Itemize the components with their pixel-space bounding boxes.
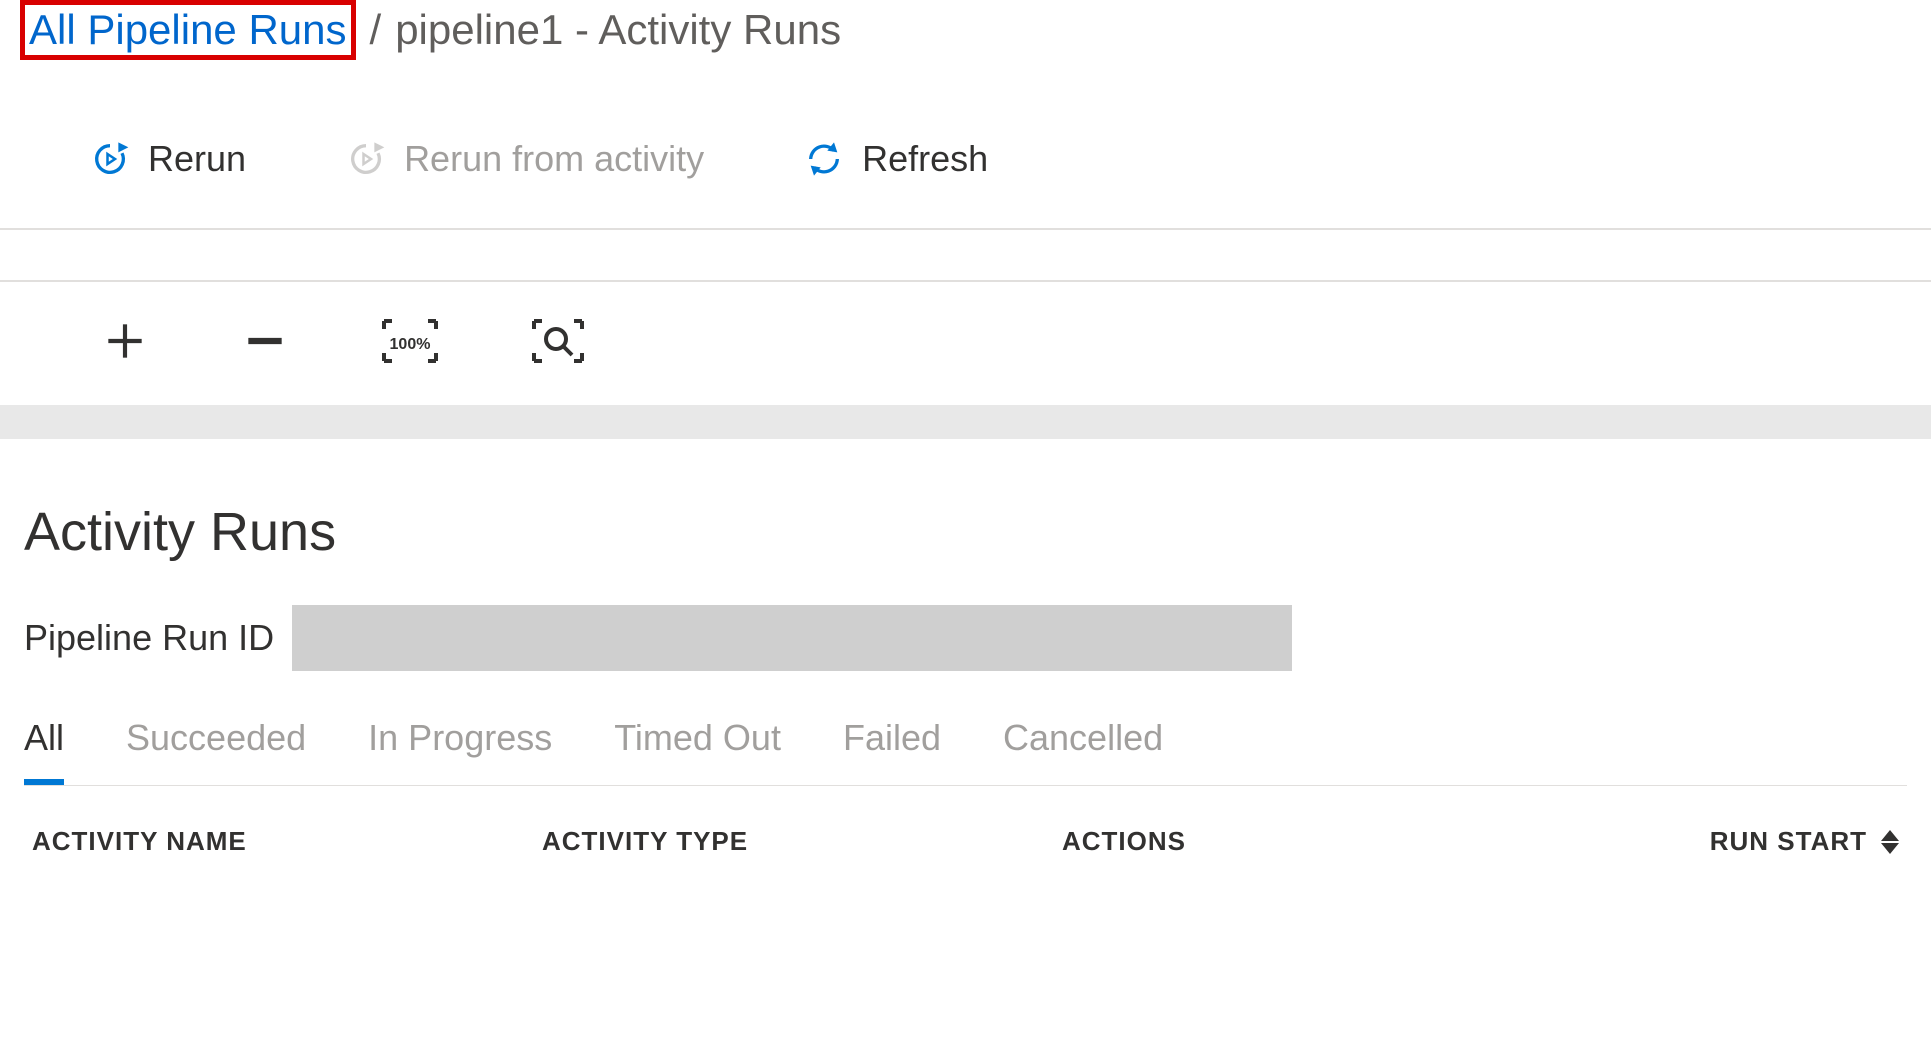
column-run-start-label: RUN START xyxy=(1710,826,1867,857)
pipeline-run-id-label: Pipeline Run ID xyxy=(24,617,274,659)
filter-tab-timed-out[interactable]: Timed Out xyxy=(614,717,781,785)
breadcrumb-current: pipeline1 - Activity Runs xyxy=(395,6,841,54)
canvas-placeholder xyxy=(0,405,1931,439)
filter-tab-cancelled[interactable]: Cancelled xyxy=(1003,717,1163,785)
refresh-button[interactable]: Refresh xyxy=(804,138,988,180)
filter-tab-failed[interactable]: Failed xyxy=(843,717,941,785)
zoom-out-button[interactable] xyxy=(240,316,290,371)
refresh-icon xyxy=(804,139,844,179)
zoom-in-button[interactable] xyxy=(100,316,150,371)
column-activity-type[interactable]: ACTIVITY TYPE xyxy=(542,826,1062,857)
breadcrumb-link-all-pipeline-runs[interactable]: All Pipeline Runs xyxy=(20,0,356,60)
rerun-activity-icon xyxy=(346,139,386,179)
column-actions[interactable]: ACTIONS xyxy=(1062,826,1672,857)
zoom-bar: 100% xyxy=(0,280,1931,405)
pipeline-run-id-row: Pipeline Run ID xyxy=(24,605,1907,671)
pipeline-run-id-value xyxy=(292,605,1292,671)
filter-tab-in-progress[interactable]: In Progress xyxy=(368,717,552,785)
rerun-icon xyxy=(90,139,130,179)
column-activity-name[interactable]: ACTIVITY NAME xyxy=(32,826,542,857)
filter-tab-succeeded[interactable]: Succeeded xyxy=(126,717,306,785)
filter-tab-all[interactable]: All xyxy=(24,717,64,785)
zoom-reset-button[interactable]: 100% xyxy=(380,316,440,371)
zoom-fit-button[interactable] xyxy=(530,316,586,371)
breadcrumb-separator: / xyxy=(370,6,382,54)
rerun-button[interactable]: Rerun xyxy=(90,138,246,180)
sort-icon xyxy=(1881,830,1899,854)
section-title: Activity Runs xyxy=(24,501,1907,563)
table-header: ACTIVITY NAME ACTIVITY TYPE ACTIONS RUN … xyxy=(24,786,1907,857)
minus-icon xyxy=(240,316,290,371)
plus-icon xyxy=(100,316,150,371)
toolbar: Rerun Rerun from activity Refresh xyxy=(0,90,1931,230)
column-run-start[interactable]: RUN START xyxy=(1672,826,1899,857)
activity-runs-section: Activity Runs Pipeline Run ID All Succee… xyxy=(0,501,1931,857)
rerun-from-activity-label: Rerun from activity xyxy=(404,138,704,180)
zoom-fit-icon xyxy=(530,316,586,371)
breadcrumb: All Pipeline Runs / pipeline1 - Activity… xyxy=(0,0,1931,60)
filter-tabs: All Succeeded In Progress Timed Out Fail… xyxy=(24,717,1907,786)
svg-text:100%: 100% xyxy=(390,336,431,353)
rerun-label: Rerun xyxy=(148,138,246,180)
rerun-from-activity-button: Rerun from activity xyxy=(346,138,704,180)
zoom-100-icon: 100% xyxy=(380,316,440,371)
refresh-label: Refresh xyxy=(862,138,988,180)
